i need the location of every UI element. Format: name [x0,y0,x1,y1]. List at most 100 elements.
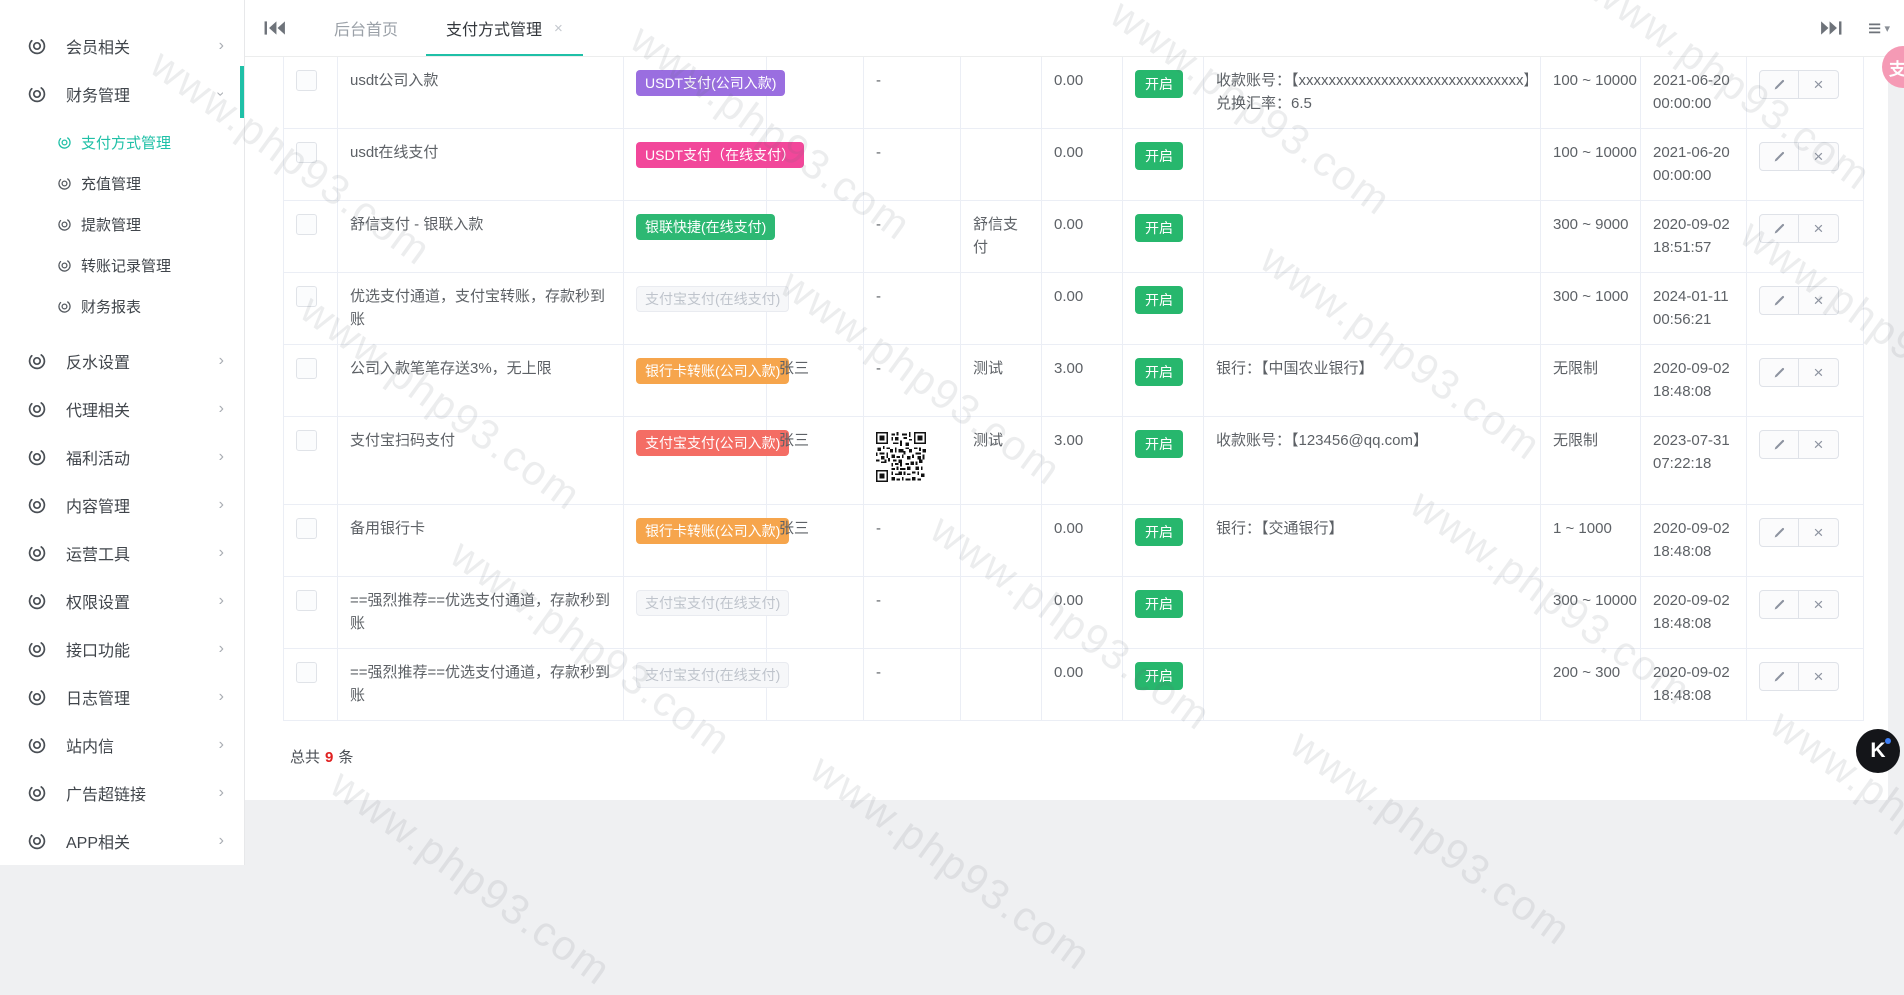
sidebar-item-operation-tools[interactable]: 运营工具 › [0,529,244,577]
detail-line: 银行：【交通银行】 [1216,518,1528,541]
delete-button[interactable]: × [1799,214,1839,243]
edit-button[interactable] [1759,214,1799,243]
sidebar-item-finance[interactable]: 财务管理 › [0,70,244,118]
sidebar-item-site-message[interactable]: 站内信 › [0,721,244,769]
edit-button[interactable] [1759,286,1799,315]
status-toggle-button[interactable]: 开启 [1135,358,1183,386]
status-toggle-button[interactable]: 开启 [1135,518,1183,546]
row-checkbox[interactable] [296,214,317,235]
limit-cell: 1 ~ 1000 [1541,505,1641,577]
row-checkbox[interactable] [296,662,317,683]
ring-icon [27,447,47,467]
delete-button[interactable]: × [1799,142,1839,171]
edit-button[interactable] [1759,590,1799,619]
sidebar-item-logs[interactable]: 日志管理 › [0,673,244,721]
status-toggle-button[interactable]: 开启 [1135,286,1183,314]
sidebar-item-welfare[interactable]: 福利活动 › [0,433,244,481]
delete-button[interactable]: × [1799,590,1839,619]
chevron-right-icon: › [219,689,224,705]
ring-icon [27,495,47,515]
finance-submenu: 支付方式管理 充值管理 提款管理 转账记录管理 财务报表 [0,118,244,337]
time-cell: 2020-09-02 18:51:57 [1641,201,1747,273]
operator-cell [767,201,864,273]
pencil-icon [1773,526,1786,539]
row-checkbox[interactable] [296,590,317,611]
sidebar-item-app[interactable]: APP相关 › [0,817,244,865]
payment-name: 公司入款笔笔存送3%，无上限 [338,345,624,417]
delete-button[interactable]: × [1799,430,1839,459]
edit-button[interactable] [1759,142,1799,171]
limit-cell: 无限制 [1541,345,1641,417]
delete-button[interactable]: × [1799,518,1839,547]
limit-cell: 100 ~ 10000 [1541,57,1641,129]
tab-close-icon[interactable]: × [554,20,563,37]
status-toggle-button[interactable]: 开启 [1135,590,1183,618]
row-checkbox[interactable] [296,430,317,451]
payment-type-badge: 支付宝支付(在线支付) [636,590,789,616]
detail-line: 收款账号：【xxxxxxxxxxxxxxxxxxxxxxxxxxxxxx】 [1216,70,1528,93]
close-icon: × [1814,668,1824,685]
tabs-scroll-left-icon[interactable] [264,20,286,36]
floating-brand-button[interactable]: K [1856,729,1900,773]
edit-button[interactable] [1759,430,1799,459]
tab-dashboard[interactable]: 后台首页 [310,0,422,56]
status-toggle-button[interactable]: 开启 [1135,142,1183,170]
row-checkbox[interactable] [296,518,317,539]
sidebar-item-member[interactable]: 会员相关 › [0,22,244,70]
sidebar-item-withdraw[interactable]: 提款管理 [0,204,244,245]
fee-cell: 3.00 [1042,417,1123,505]
sidebar-item-rebate[interactable]: 反水设置 › [0,337,244,385]
sidebar-item-label: 会员相关 [66,34,219,58]
qr-code-image [876,432,926,482]
delete-button[interactable]: × [1799,662,1839,691]
remark-cell: 舒信支付 [961,201,1042,273]
row-checkbox[interactable] [296,70,317,91]
delete-button[interactable]: × [1799,70,1839,99]
sidebar-item-label: 支付方式管理 [81,132,171,153]
row-checkbox[interactable] [296,358,317,379]
sidebar-item-payment-methods[interactable]: 支付方式管理 [0,122,244,163]
ring-icon [27,639,47,659]
qr-cell: - [864,649,961,721]
status-toggle-button[interactable]: 开启 [1135,662,1183,690]
edit-button[interactable] [1759,358,1799,387]
sidebar-item-ad-links[interactable]: 广告超链接 › [0,769,244,817]
remark-cell [961,57,1042,129]
hamburger-icon: ≡ [1868,17,1881,40]
edit-button[interactable] [1759,518,1799,547]
time-cell: 2021-06-20 00:00:00 [1641,129,1747,201]
payment-type-badge: 支付宝支付(在线支付) [636,662,789,688]
ring-icon [27,543,47,563]
remark-cell [961,273,1042,345]
sidebar-item-api[interactable]: 接口功能 › [0,625,244,673]
time-cell: 2020-09-02 18:48:08 [1641,505,1747,577]
sidebar-item-label: 日志管理 [66,685,219,709]
tab-payment-methods[interactable]: 支付方式管理 × [422,0,587,56]
chevron-right-icon: › [219,401,224,417]
sidebar-item-finance-report[interactable]: 财务报表 [0,286,244,327]
tabs-menu-button[interactable]: ≡ ▾ [1868,17,1890,40]
sidebar-scrollbar-thumb[interactable] [240,66,244,118]
sidebar-item-content[interactable]: 内容管理 › [0,481,244,529]
row-checkbox[interactable] [296,286,317,307]
sidebar-item-transfer-records[interactable]: 转账记录管理 [0,245,244,286]
status-toggle-button[interactable]: 开启 [1135,430,1183,458]
sidebar-item-agent[interactable]: 代理相关 › [0,385,244,433]
payment-type-badge: USDT支付（在线支付） [636,142,804,168]
sidebar-item-permission[interactable]: 权限设置 › [0,577,244,625]
tabs-scroll-right-icon[interactable] [1820,20,1842,36]
details-cell [1204,273,1541,345]
delete-button[interactable]: × [1799,358,1839,387]
chevron-right-icon: › [219,737,224,753]
sidebar-item-label: 福利活动 [66,445,219,469]
payment-type-badge: 银行卡转账(公司入款) [636,358,789,384]
row-checkbox[interactable] [296,142,317,163]
status-toggle-button[interactable]: 开启 [1135,70,1183,98]
status-toggle-button[interactable]: 开启 [1135,214,1183,242]
details-cell: 银行：【中国农业银行】 [1204,345,1541,417]
delete-button[interactable]: × [1799,286,1839,315]
edit-button[interactable] [1759,662,1799,691]
edit-button[interactable] [1759,70,1799,99]
sidebar-item-label: 代理相关 [66,397,219,421]
sidebar-item-recharge[interactable]: 充值管理 [0,163,244,204]
